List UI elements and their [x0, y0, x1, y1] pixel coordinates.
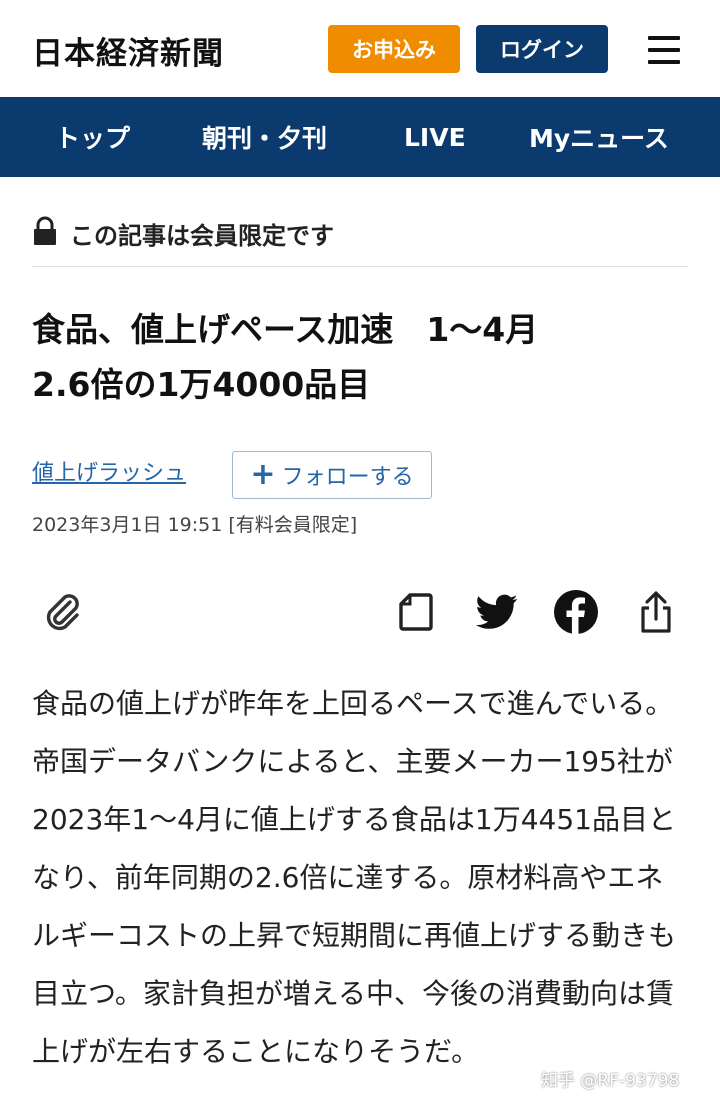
nav-item-editions[interactable]: 朝刊・夕刊 [202, 97, 327, 177]
apply-button[interactable]: お申込み [328, 25, 460, 73]
login-button[interactable]: ログイン [476, 25, 608, 73]
paperclip-icon[interactable] [38, 588, 86, 636]
watermark: 知乎 @RF-93798 [541, 1071, 680, 1091]
article-headline: 食品、値上げペース加速 1〜4月 2.6倍の1万4000品目 [32, 310, 539, 404]
nav-item-live[interactable]: LIVE [404, 97, 466, 177]
topic-link[interactable]: 値上げラッシュ [32, 456, 186, 492]
facebook-icon[interactable] [552, 588, 600, 636]
plus-icon: + [250, 457, 276, 492]
member-notice: この記事は会員限定です [32, 210, 334, 256]
follow-button[interactable]: + フォローする [232, 451, 432, 499]
lock-icon [32, 216, 58, 250]
main-nav: トップ 朝刊・夕刊 LIVE Myニュース [0, 97, 720, 177]
site-header: 日本経済新聞 お申込み ログイン [0, 0, 720, 97]
save-icon[interactable] [392, 588, 440, 636]
twitter-icon[interactable] [473, 588, 521, 636]
follow-label: フォローする [281, 465, 414, 490]
hamburger-icon[interactable] [644, 30, 684, 70]
share-icon[interactable] [632, 588, 680, 636]
member-notice-label: この記事は会員限定です [70, 221, 334, 250]
divider [32, 266, 688, 267]
article-meta: 2023年3月1日 19:51 [有料会員限定] [32, 514, 358, 536]
nav-item-top[interactable]: トップ [55, 97, 130, 177]
site-logo[interactable]: 日本経済新聞 [32, 28, 224, 73]
nav-item-mynews[interactable]: Myニュース [529, 97, 669, 177]
article-body: 食品の値上げが昨年を上回るペースで進んでいる。帝国データバンクによると、主要メー… [32, 687, 677, 1068]
